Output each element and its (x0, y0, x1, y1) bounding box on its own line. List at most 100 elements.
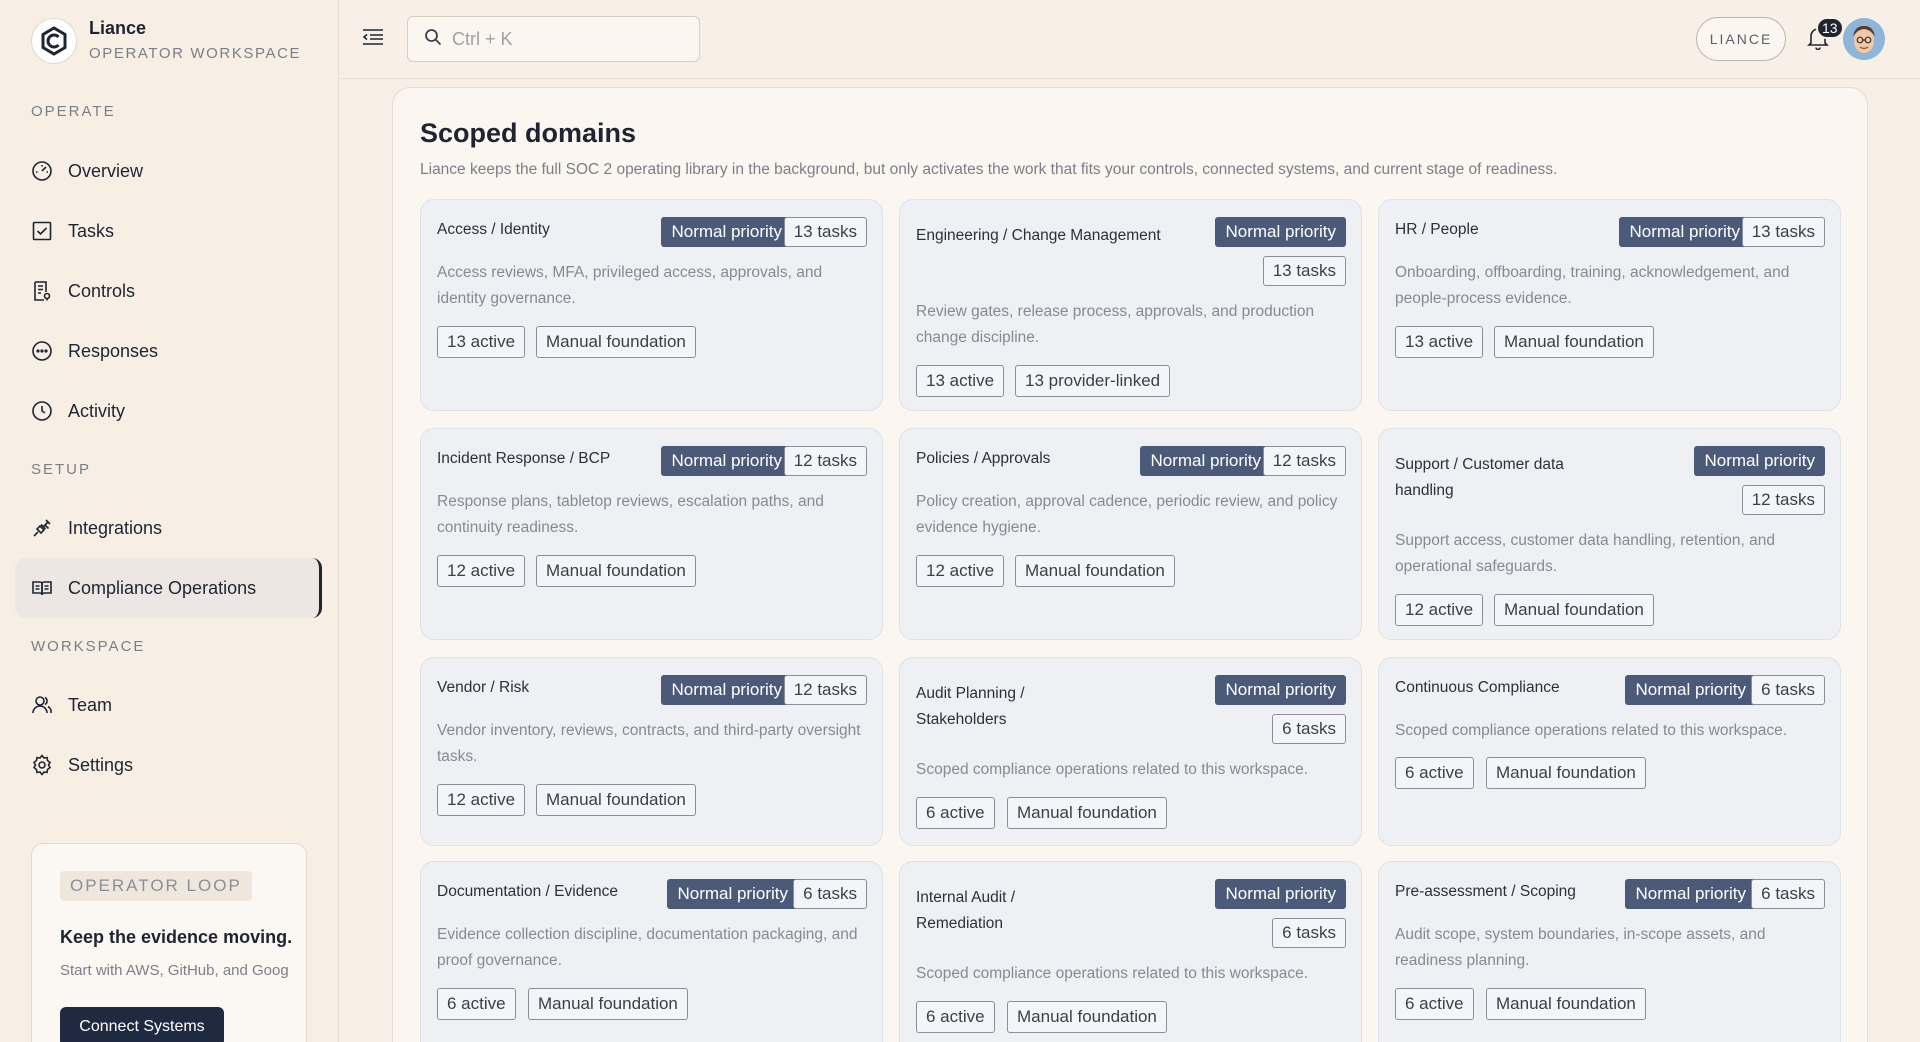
scoped-domains-panel: Scoped domains Liance keeps the full SOC… (392, 87, 1868, 1042)
section-label-workspace: WORKSPACE (31, 638, 146, 655)
source-tag: Manual foundation (1015, 555, 1175, 587)
domain-card-support-customer-data[interactable]: Support / Customer data handling Normal … (1378, 428, 1841, 640)
sidebar-item-settings[interactable]: Settings (15, 735, 322, 795)
source-tag: Manual foundation (528, 988, 688, 1020)
domain-card-incident-response[interactable]: Incident Response / BCP Normal priority … (420, 428, 883, 640)
tasks-count-badge: 12 tasks (1741, 485, 1825, 515)
domain-description: Review gates, release process, approvals… (916, 303, 1315, 346)
sidebar-item-label: Team (68, 694, 113, 715)
section-label-setup: SETUP (31, 461, 92, 478)
tasks-count-badge: 12 tasks (783, 675, 867, 705)
topbar: LIANCE 13 (340, 0, 1920, 79)
domain-card-vendor-risk[interactable]: Vendor / Risk Normal priority 12 tasks V… (420, 657, 883, 846)
liance-logo-icon (31, 18, 77, 64)
domain-name: HR / People (1395, 221, 1479, 238)
sidebar-item-label: Compliance Operations (68, 577, 257, 598)
active-count-tag: 6 active (437, 988, 516, 1020)
domain-card-access-identity[interactable]: Access / Identity Normal priority 13 tas… (420, 199, 883, 411)
active-count-tag: 12 active (916, 555, 1005, 587)
sidebar-item-controls[interactable]: Controls (15, 261, 322, 321)
active-count-tag: 13 active (1395, 326, 1484, 358)
section-label-operate: OPERATE (31, 103, 116, 120)
operator-loop-title: Keep the evidence moving. (60, 927, 293, 947)
domain-description: Response plans, tabletop reviews, escala… (437, 493, 824, 536)
checkbox-icon (30, 219, 54, 243)
tasks-count-badge: 6 tasks (1751, 879, 1825, 909)
sidebar-item-compliance-operations[interactable]: Compliance Operations (15, 558, 322, 618)
priority-badge: Normal priority (1215, 217, 1346, 247)
brand[interactable]: Liance OPERATOR WORKSPACE (31, 17, 301, 65)
sidebar-item-activity[interactable]: Activity (15, 381, 322, 441)
priority-badge: Normal priority (661, 217, 792, 247)
page-description: Liance keeps the full SOC 2 operating li… (420, 161, 1558, 178)
avatar[interactable] (1843, 18, 1885, 60)
domain-card-internal-audit[interactable]: Internal Audit / Remediation Normal prio… (899, 861, 1362, 1042)
org-switcher-button[interactable]: LIANCE (1696, 17, 1786, 61)
domain-card-documentation-evidence[interactable]: Documentation / Evidence Normal priority… (420, 861, 883, 1042)
priority-badge: Normal priority (1625, 675, 1756, 705)
priority-badge: Normal priority (1619, 217, 1750, 247)
domain-name: Audit Planning / Stakeholders (916, 685, 1025, 728)
active-count-tag: 6 active (1395, 988, 1474, 1020)
domain-name: Incident Response / BCP (437, 450, 611, 467)
sidebar-item-label: Activity (68, 400, 126, 421)
domain-name: Continuous Compliance (1395, 679, 1560, 696)
domain-description: Scoped compliance operations related to … (916, 761, 1309, 778)
domain-description: Vendor inventory, reviews, contracts, an… (437, 722, 861, 765)
domain-name: Documentation / Evidence (437, 883, 618, 900)
document-icon (30, 279, 54, 303)
domain-description: Policy creation, approval cadence, perio… (916, 493, 1338, 536)
gear-icon (30, 753, 54, 777)
tasks-count-badge: 13 tasks (783, 217, 867, 247)
source-tag: Manual foundation (1007, 1001, 1167, 1033)
sidebar-item-integrations[interactable]: Integrations (15, 498, 322, 558)
active-count-tag: 12 active (437, 784, 526, 816)
notification-count-badge: 13 (1816, 17, 1844, 39)
domain-name: Policies / Approvals (916, 450, 1051, 467)
domain-card-audit-planning[interactable]: Audit Planning / Stakeholders Normal pri… (899, 657, 1362, 846)
source-tag: 13 provider-linked (1015, 365, 1171, 397)
sidebar-item-label: Controls (68, 280, 136, 301)
tasks-count-badge: 12 tasks (783, 446, 867, 476)
connect-systems-button[interactable]: Connect Systems (60, 1007, 224, 1042)
sidebar-item-responses[interactable]: Responses (15, 321, 322, 381)
clock-icon (30, 399, 54, 423)
domain-description: Scoped compliance operations related to … (1395, 722, 1788, 739)
collapse-sidebar-icon[interactable] (362, 27, 388, 51)
search-box[interactable] (407, 16, 700, 62)
brand-subtitle: OPERATOR WORKSPACE (89, 45, 302, 62)
domain-card-continuous-compliance[interactable]: Continuous Compliance Normal priority 6 … (1378, 657, 1841, 846)
source-tag: Manual foundation (536, 784, 696, 816)
page-title: Scoped domains (420, 118, 637, 148)
sidebar-item-tasks[interactable]: Tasks (15, 201, 322, 261)
domain-description: Audit scope, system boundaries, in-scope… (1395, 926, 1766, 969)
tasks-count-badge: 12 tasks (1262, 446, 1346, 476)
tasks-count-badge: 13 tasks (1262, 256, 1346, 286)
source-tag: Manual foundation (1486, 988, 1646, 1020)
sidebar-item-label: Tasks (68, 220, 115, 241)
tasks-count-badge: 6 tasks (1272, 714, 1346, 744)
plug-icon (30, 516, 54, 540)
domain-name: Pre-assessment / Scoping (1395, 883, 1576, 900)
active-count-tag: 13 active (437, 326, 526, 358)
domain-name: Support / Customer data handling (1395, 456, 1564, 499)
search-icon (424, 28, 442, 51)
domain-card-engineering-change[interactable]: Engineering / Change Management Normal p… (899, 199, 1362, 411)
priority-badge: Normal priority (661, 446, 792, 476)
operator-loop-badge: OPERATOR LOOP (60, 871, 252, 901)
user-icon (30, 693, 54, 717)
search-input[interactable] (452, 28, 692, 50)
sidebar-item-overview[interactable]: Overview (15, 141, 322, 201)
sidebar-item-team[interactable]: Team (15, 675, 322, 735)
domain-card-hr-people[interactable]: HR / People Normal priority 13 tasks Onb… (1378, 199, 1841, 411)
domain-description: Support access, customer data handling, … (1395, 532, 1775, 575)
source-tag: Manual foundation (1494, 594, 1654, 626)
domain-card-pre-assessment[interactable]: Pre-assessment / Scoping Normal priority… (1378, 861, 1841, 1042)
priority-badge: Normal priority (1215, 879, 1346, 909)
domain-description: Access reviews, MFA, privileged access, … (437, 264, 823, 307)
domain-name: Access / Identity (437, 221, 550, 238)
sidebar: Liance OPERATOR WORKSPACE OPERATE Overvi… (0, 0, 339, 1042)
priority-badge: Normal priority (1694, 446, 1825, 476)
domain-description: Scoped compliance operations related to … (916, 965, 1309, 982)
domain-card-policies-approvals[interactable]: Policies / Approvals Normal priority 12 … (899, 428, 1362, 640)
